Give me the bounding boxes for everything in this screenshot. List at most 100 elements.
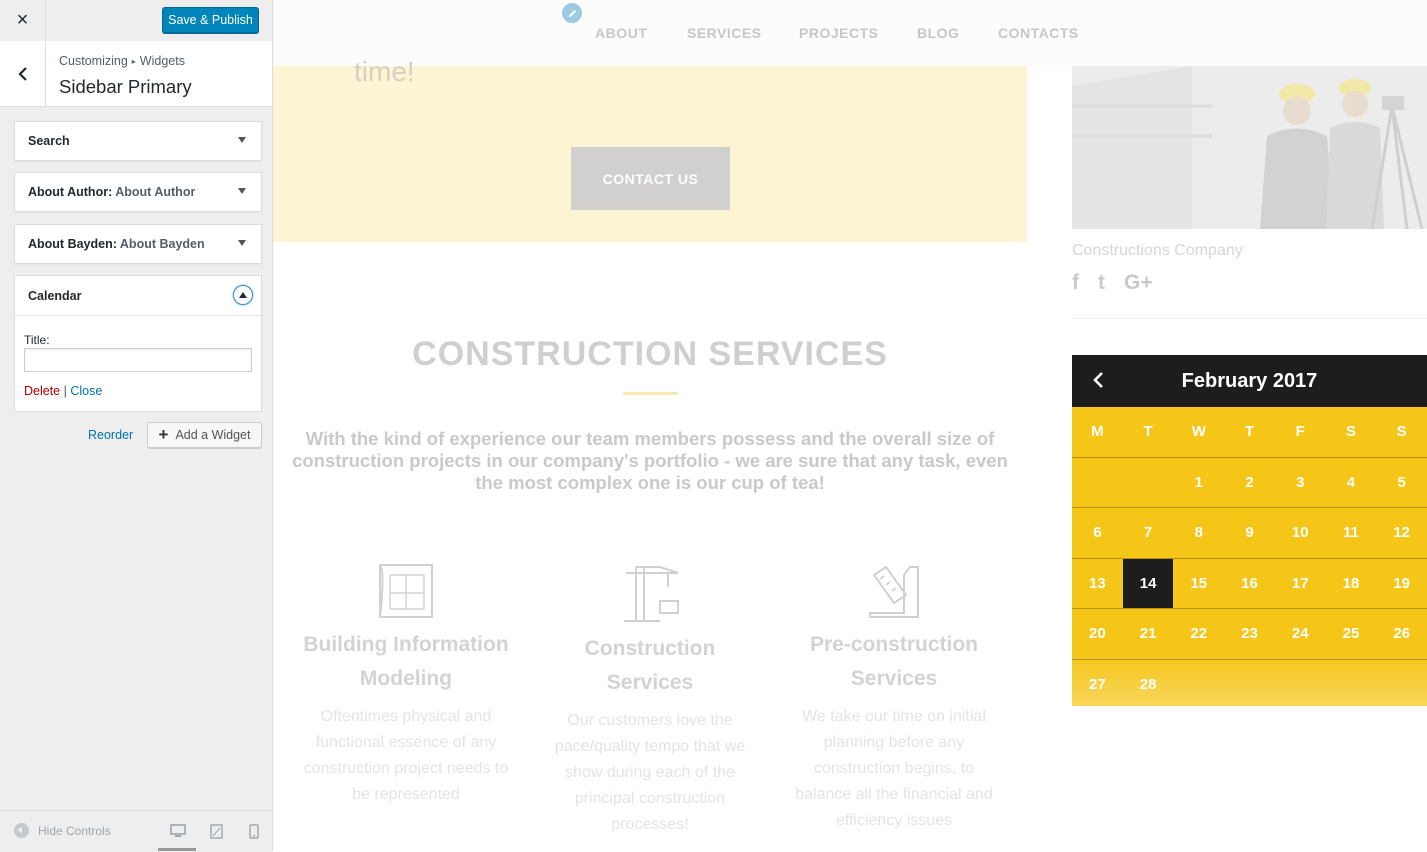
calendar-day: 2 — [1245, 473, 1254, 491]
widget-title: About Author: About Author — [28, 185, 195, 199]
calendar-month: February 2017 — [1181, 370, 1318, 392]
calendar-weekday: T — [1244, 423, 1255, 441]
expand-arrow-icon[interactable] — [238, 240, 246, 246]
calendar-day: 8 — [1194, 524, 1203, 542]
chevron-left-icon — [17, 66, 27, 81]
service-card: Construction Services Our customers love… — [540, 561, 760, 838]
calendar-prev-icon[interactable] — [1090, 369, 1108, 391]
calendar-day: 1 — [1194, 473, 1203, 491]
add-widget-label: Add a Widget — [175, 428, 251, 442]
calendar-day: 28 — [1139, 675, 1157, 693]
preview-tablet-button[interactable] — [206, 822, 226, 840]
section-header: Customizing ▸ Widgets Sidebar Primary — [0, 41, 272, 107]
preview-mobile-button[interactable] — [244, 822, 264, 840]
breadcrumb-current: Widgets — [139, 54, 185, 68]
service-card-title: Construction Services — [584, 637, 716, 694]
widget-name: Search — [28, 134, 70, 148]
nav-projects[interactable]: PROJECTS — [799, 25, 878, 41]
collapse-icon — [14, 823, 29, 838]
services-intro: With the kind of experience our team mem… — [292, 428, 1008, 493]
workers-photo-graphic — [1072, 66, 1427, 229]
calendar-weekday: F — [1295, 423, 1305, 441]
service-card-text: Oftentimes physical and functional essen… — [303, 708, 509, 803]
expand-arrow-icon[interactable] — [238, 137, 246, 143]
mobile-icon — [249, 823, 259, 839]
calendar-day: 12 — [1393, 524, 1411, 542]
calendar-day: 3 — [1296, 473, 1305, 491]
social-links: f t G+ — [1072, 271, 1153, 295]
facebook-icon[interactable]: f — [1072, 271, 1079, 295]
calendar-weekday-row: MTWTFSS — [1072, 407, 1427, 458]
widget-search[interactable]: Search — [14, 121, 262, 161]
site-nav: ABOUT SERVICES PROJECTS BLOG CONTACTS — [273, 0, 1427, 66]
reorder-link[interactable]: Reorder — [88, 428, 133, 442]
calendar-day: 27 — [1089, 675, 1106, 693]
calendar-day: 13 — [1089, 574, 1106, 592]
calendar-day — [1123, 458, 1174, 508]
customizer-topbar: × Save & Publish — [0, 0, 272, 42]
workers-photo — [1072, 66, 1427, 229]
widget-actions: Delete | Close — [24, 384, 102, 398]
breadcrumb-root: Customizing — [59, 54, 128, 68]
calendar-day: 17 — [1291, 574, 1309, 592]
save-publish-button[interactable]: Save & Publish — [162, 7, 259, 33]
nav-services[interactable]: SERVICES — [687, 25, 762, 41]
section-title: Sidebar Primary — [59, 76, 192, 97]
breadcrumb-separator: ▸ — [131, 57, 136, 66]
calendar-day: 10 — [1291, 524, 1309, 542]
delete-link[interactable]: Delete — [24, 384, 60, 398]
pencil-icon — [568, 9, 576, 17]
chevron-up-icon — [239, 292, 247, 298]
collapse-toggle-button[interactable] — [233, 285, 253, 305]
calendar-day: 22 — [1190, 625, 1208, 643]
calendar-day: 15 — [1190, 574, 1208, 592]
close-customizer-button[interactable]: × — [0, 0, 46, 41]
calendar-week-row: 13 14 15 16 17 18 19 — [1072, 558, 1427, 609]
service-card: Building Information Modeling Oftentimes… — [296, 561, 516, 808]
close-icon: × — [16, 9, 29, 31]
service-card-text: Our customers love the pace/quality temp… — [554, 712, 746, 833]
widget-calendar: Calendar Title: Delete | Close — [14, 275, 262, 412]
calendar-day — [1173, 660, 1224, 710]
nav-contacts[interactable]: CONTACTS — [998, 25, 1079, 41]
calendar-day — [1224, 660, 1275, 710]
widget-name: About Bayden: — [28, 237, 117, 251]
back-button[interactable] — [0, 41, 46, 106]
actions-separator: | — [63, 384, 67, 398]
sidebar-divider — [1072, 318, 1427, 319]
widget-calendar-header[interactable]: Calendar — [15, 276, 261, 316]
calendar-weekday: W — [1191, 423, 1206, 441]
site-preview: ABOUT SERVICES PROJECTS BLOG CONTACTS ti… — [273, 0, 1427, 851]
widget-title: About Bayden: About Bayden — [28, 237, 205, 251]
calendar-header: February 2017 — [1072, 355, 1427, 407]
preview-desktop-button[interactable] — [158, 822, 196, 851]
nav-about[interactable]: ABOUT — [595, 25, 647, 41]
close-link[interactable]: Close — [70, 384, 102, 398]
contact-us-button[interactable]: CONTACT US — [571, 147, 730, 210]
calendar-day: 20 — [1089, 625, 1106, 643]
twitter-icon[interactable]: t — [1098, 271, 1105, 295]
calendar-week-row: 27 28 — [1072, 660, 1427, 710]
nav-blog[interactable]: BLOG — [917, 25, 959, 41]
service-card-title: Building Information Modeling — [303, 633, 509, 690]
ruler-icon — [869, 565, 919, 618]
customizer-sidebar: × Save & Publish Customizing ▸ Widgets Sid… — [0, 0, 273, 852]
calendar-day — [1326, 660, 1377, 710]
service-card-title: Pre-construction Services — [809, 633, 979, 690]
service-card: Pre-construction Services We take our ti… — [784, 561, 1004, 834]
title-field[interactable] — [24, 348, 252, 372]
widget-about-bayden[interactable]: About Bayden: About Bayden — [14, 224, 262, 264]
calendar-day: 16 — [1241, 574, 1258, 592]
calendar-day: 25 — [1342, 625, 1360, 643]
hide-controls-button[interactable]: Hide Controls — [14, 823, 111, 838]
widget-about-author[interactable]: About Author: About Author — [14, 172, 262, 212]
calendar-week-row: 1 2 3 4 5 — [1072, 458, 1427, 508]
tablet-icon — [209, 823, 223, 839]
calendar-day: 24 — [1291, 625, 1309, 643]
calendar-day: 4 — [1346, 473, 1356, 491]
google-plus-icon[interactable]: G+ — [1124, 271, 1153, 295]
calendar-day: 23 — [1241, 625, 1258, 643]
add-widget-button[interactable]: + Add a Widget — [147, 422, 262, 448]
edit-shortcut-button[interactable] — [561, 2, 583, 24]
expand-arrow-icon[interactable] — [238, 188, 246, 194]
